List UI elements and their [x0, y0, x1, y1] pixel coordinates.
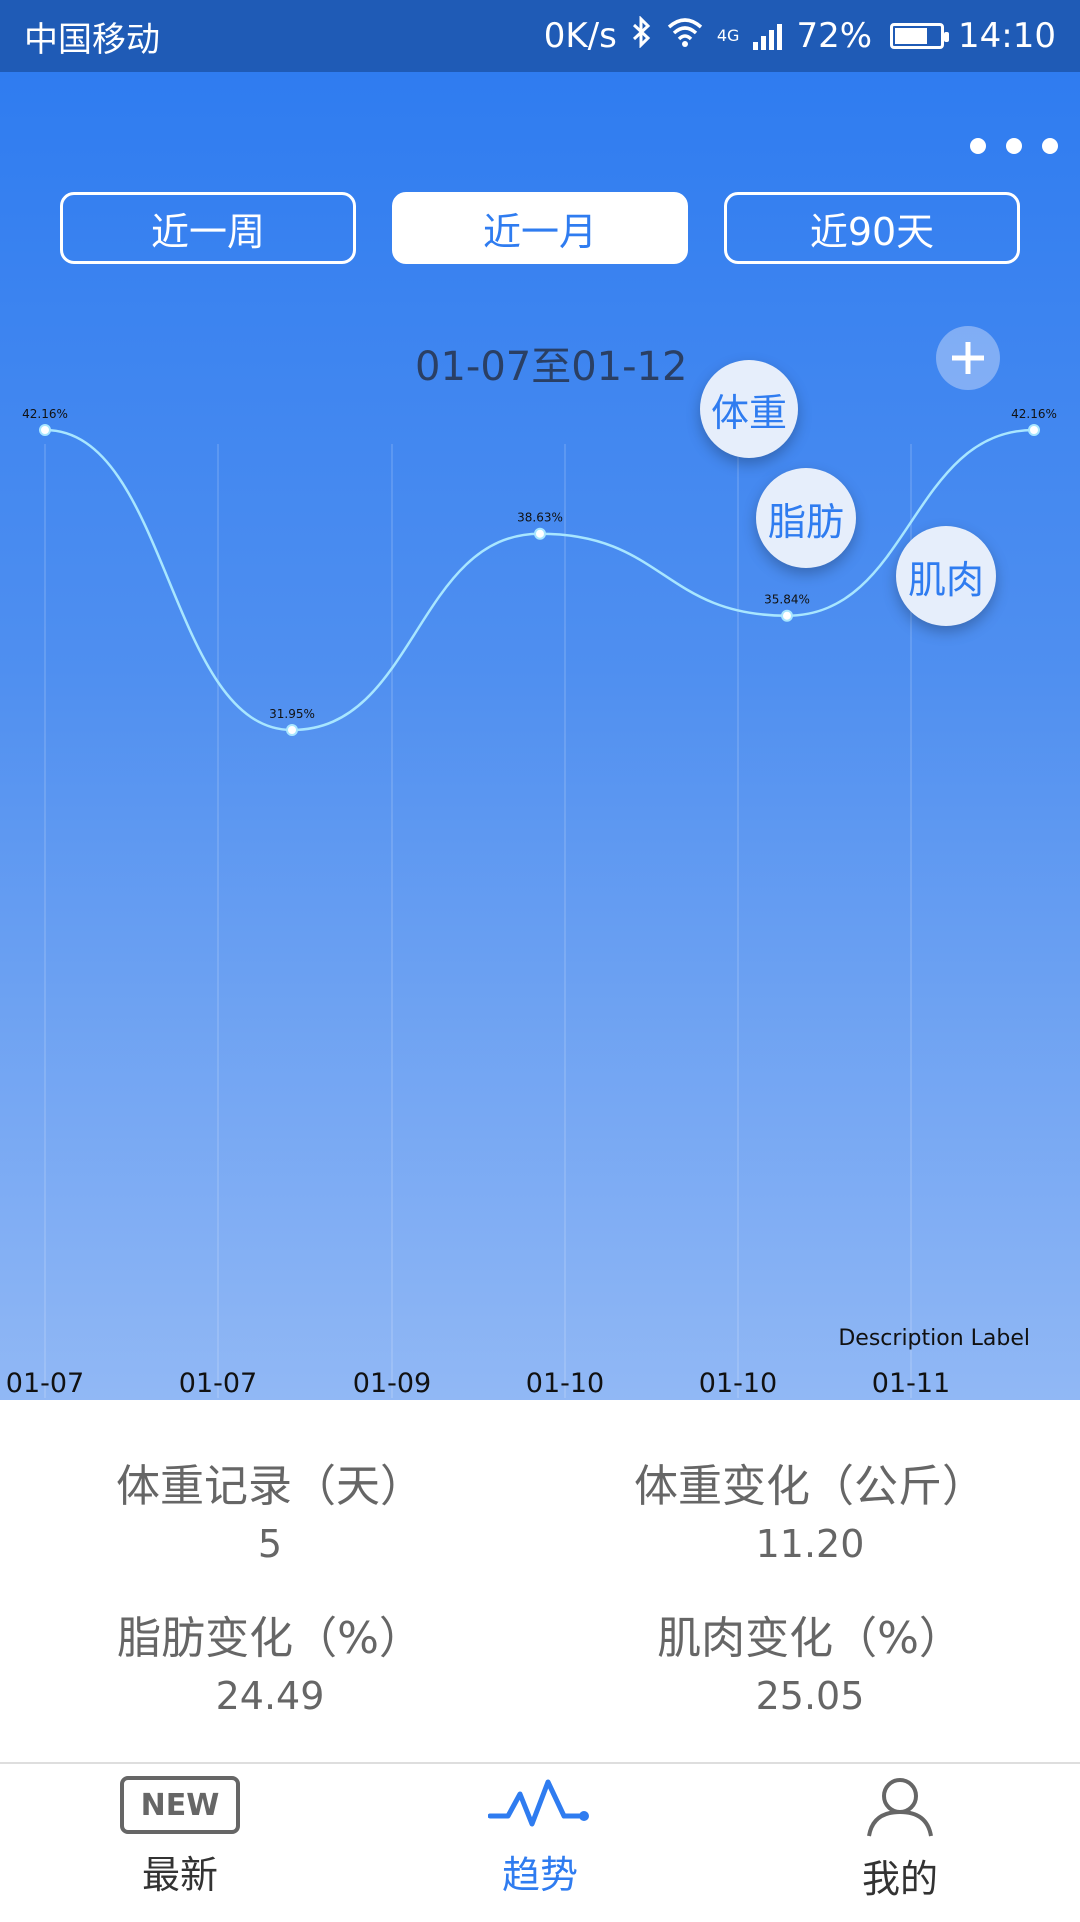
x-tick-label: 01-10	[699, 1368, 777, 1399]
fat-bubble[interactable]: 脂肪	[756, 468, 856, 568]
carrier-name: 中国移动	[24, 19, 160, 60]
stat-value: 5	[257, 1522, 283, 1566]
wifi-icon	[667, 16, 703, 56]
data-point[interactable]	[286, 724, 298, 736]
stat-muscle-change: 肌肉变化（%） 25.05	[540, 1602, 1080, 1718]
data-label: 31.95%	[269, 707, 315, 721]
user-icon	[867, 1778, 933, 1837]
nav-trend[interactable]: 趋势	[360, 1764, 720, 1922]
battery-percent: 72%	[796, 16, 873, 56]
line-chart: 42.16% 31.95% 38.63% 35.84% 42.16% 01-07 01-07…	[6, 407, 1057, 1399]
data-point[interactable]	[39, 424, 51, 436]
trend-panel: 近一周 近一月 近90天 01-07至01-12 42.16% 31.95% 38.…	[0, 72, 1080, 1400]
x-tick-label: 01-07	[179, 1368, 257, 1399]
status-bar: 中国移动 0K/s 4G 72% 14:10	[0, 0, 1080, 72]
x-tick-label: 01-07	[6, 1368, 84, 1399]
trend-icon	[488, 1779, 589, 1827]
muscle-bubble[interactable]: 肌肉	[896, 526, 996, 626]
chart-description: Description Label	[838, 1326, 1030, 1351]
stat-weight-change: 体重变化（公斤） 11.20	[540, 1450, 1080, 1566]
stats-panel: 体重记录（天） 5 体重变化（公斤） 11.20 脂肪变化（%） 24.49 肌…	[0, 1400, 1080, 1762]
weight-bubble[interactable]: 体重	[700, 360, 798, 458]
stat-value: 11.20	[755, 1522, 865, 1566]
stat-value: 24.49	[215, 1674, 325, 1718]
data-label: 38.63%	[517, 511, 563, 525]
stat-weight-days: 体重记录（天） 5	[0, 1450, 540, 1566]
stat-label: 体重变化（公斤）	[634, 1461, 986, 1512]
data-label: 35.84%	[764, 593, 810, 607]
new-icon: NEW	[120, 1776, 240, 1834]
bluetooth-icon	[631, 14, 653, 57]
nav-mine[interactable]: 我的	[720, 1764, 1080, 1922]
stat-label: 肌肉变化（%）	[657, 1613, 963, 1664]
x-tick-label: 01-10	[526, 1368, 604, 1399]
series-line	[44, 428, 1035, 732]
nav-label: 我的	[861, 1857, 938, 1901]
nav-latest[interactable]: NEW 最新	[0, 1764, 360, 1922]
data-point[interactable]	[781, 609, 793, 622]
data-label: 42.16%	[22, 407, 68, 421]
nav-label: 趋势	[501, 1853, 578, 1897]
nav-label: 最新	[141, 1853, 218, 1897]
data-point[interactable]	[534, 527, 546, 540]
stat-value: 25.05	[755, 1674, 865, 1718]
network-type: 4G	[716, 25, 740, 45]
x-tick-label: 01-09	[353, 1368, 431, 1399]
battery-icon	[890, 23, 950, 49]
data-label: 42.16%	[1011, 407, 1057, 421]
signal-icon	[753, 22, 783, 50]
clock: 14:10	[958, 16, 1056, 56]
plus-icon	[952, 342, 984, 374]
x-tick-label: 01-11	[872, 1368, 950, 1399]
add-metric-button[interactable]	[936, 326, 1000, 390]
bottom-navigation: NEW 最新 趋势 我的	[0, 1762, 1080, 1922]
data-point[interactable]	[1028, 424, 1040, 436]
net-speed: 0K/s	[543, 16, 617, 56]
stat-label: 脂肪变化（%）	[117, 1613, 423, 1664]
stat-fat-change: 脂肪变化（%） 24.49	[0, 1602, 540, 1718]
stat-label: 体重记录（天）	[116, 1461, 424, 1512]
